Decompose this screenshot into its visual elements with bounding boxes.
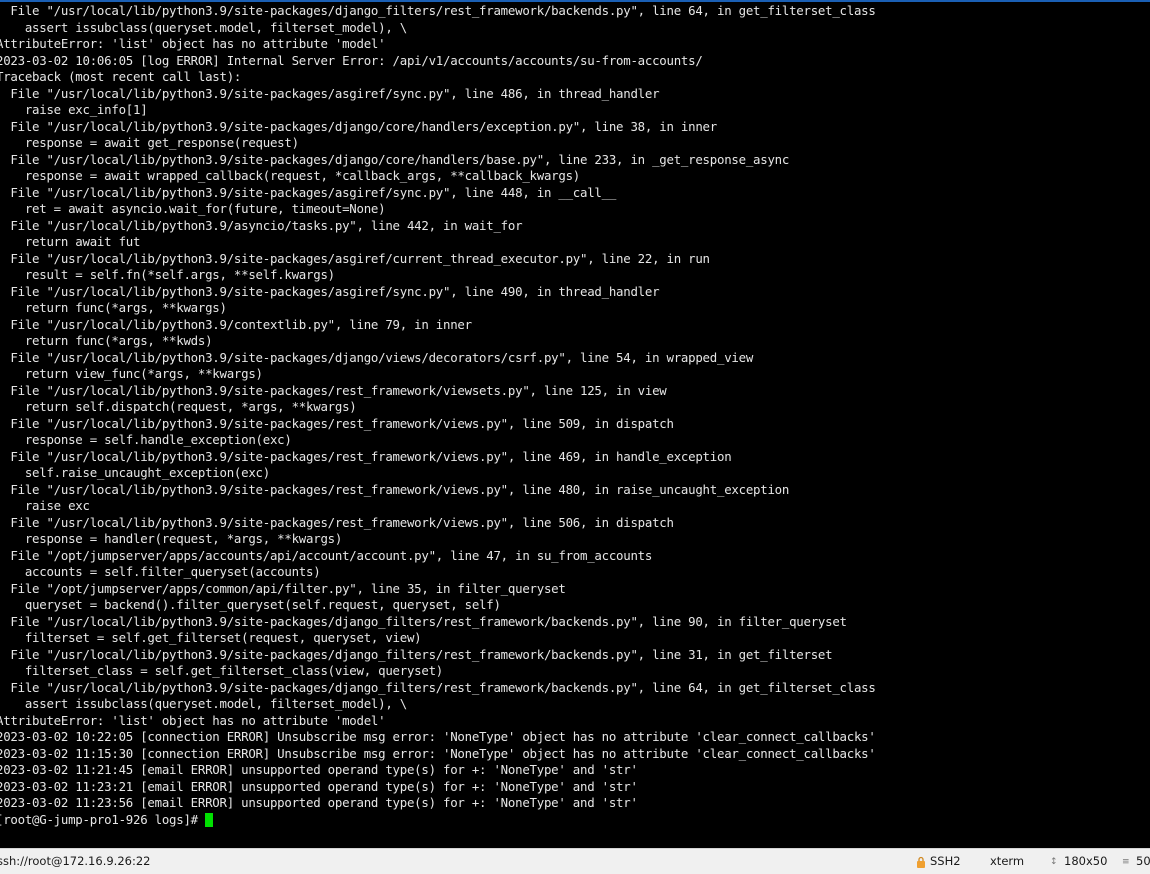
terminal-line: File "/usr/local/lib/python3.9/site-pack… xyxy=(0,514,674,530)
shell-prompt-line[interactable]: [root@G-jump-pro1-926 logs]# xyxy=(0,812,1150,829)
terminal-line: File "/usr/local/lib/python3.9/site-pack… xyxy=(0,85,660,101)
terminal-rows-label: 50 xyxy=(1136,854,1150,868)
terminal-line: raise exc xyxy=(0,498,90,513)
terminal-line: File "/usr/local/lib/python3.9/site-pack… xyxy=(0,613,847,629)
terminal-line: File "/usr/local/lib/python3.9/site-pack… xyxy=(0,448,732,464)
terminal-line: response = await wrapped_callback(reques… xyxy=(0,168,580,183)
status-bar: ssh://root@172.16.9.26:22 SSH2 xterm ↕ 1… xyxy=(0,848,1150,874)
terminal-line: raise exc_info[1] xyxy=(0,102,148,117)
terminal-line: File "/usr/local/lib/python3.9/site-pack… xyxy=(0,382,667,398)
terminal-line: assert issubclass(queryset.model, filter… xyxy=(0,19,407,35)
text-cursor xyxy=(205,812,214,827)
terminal-line: Traceback (most recent call last): xyxy=(0,69,242,84)
terminal-line: return self.dispatch(request, *args, **k… xyxy=(0,399,357,414)
terminal-line: File "/usr/local/lib/python3.9/site-pack… xyxy=(0,646,833,662)
resize-icon: ↕ xyxy=(1050,856,1058,867)
terminal-line: File "/usr/local/lib/python3.9/contextli… xyxy=(0,316,472,332)
terminal-line: 2023-03-02 11:15:30 [connection ERROR] U… xyxy=(0,745,876,761)
terminal-line: 2023-03-02 11:23:56 [email ERROR] unsupp… xyxy=(0,795,638,810)
terminal-line: File "/usr/local/lib/python3.9/site-pack… xyxy=(0,415,674,431)
terminal-type: xterm xyxy=(990,854,1025,868)
terminal-line: File "/usr/local/lib/python3.9/site-pack… xyxy=(0,679,876,695)
terminal-line: File "/opt/jumpserver/apps/common/api/fi… xyxy=(0,580,566,596)
terminal-line: filterset_class = self.get_filterset_cla… xyxy=(0,663,444,678)
terminal-line: File "/usr/local/lib/python3.9/site-pack… xyxy=(0,349,754,365)
terminal-line: File "/usr/local/lib/python3.9/site-pack… xyxy=(0,250,710,266)
terminal-line: File "/usr/local/lib/python3.9/site-pack… xyxy=(0,283,660,299)
terminal-line: ret = await asyncio.wait_for(future, tim… xyxy=(0,201,386,216)
terminal-size: ↕ 180x50 xyxy=(1050,849,1107,874)
terminal-line: AttributeError: 'list' object has no att… xyxy=(0,36,386,51)
terminal-line: 2023-03-02 11:23:21 [email ERROR] unsupp… xyxy=(0,778,638,794)
terminal-rows: ≡ 50 xyxy=(1122,849,1150,874)
terminal-line: return func(*args, **kwargs) xyxy=(0,300,227,315)
terminal-line: self.raise_uncaught_exception(exc) xyxy=(0,465,270,480)
terminal-line: File "/usr/local/lib/python3.9/site-pack… xyxy=(0,3,876,18)
terminal-line: AttributeError: 'list' object has no att… xyxy=(0,712,386,728)
terminal-line: response = self.handle_exception(exc) xyxy=(0,432,292,447)
terminal-line: File "/usr/local/lib/python3.9/asyncio/t… xyxy=(0,217,523,233)
terminal-line: accounts = self.filter_queryset(accounts… xyxy=(0,564,321,579)
terminal-line: File "/usr/local/lib/python3.9/site-pack… xyxy=(0,118,717,134)
terminal-size-label: 180x50 xyxy=(1064,854,1108,868)
terminal-line: File "/usr/local/lib/python3.9/site-pack… xyxy=(0,184,617,200)
terminal-line: 2023-03-02 10:22:05 [connection ERROR] U… xyxy=(0,729,876,744)
terminal-line: response = handler(request, *args, **kwa… xyxy=(0,531,343,546)
terminal-line: filterset = self.get_filterset(request, … xyxy=(0,630,422,645)
terminal-line: return func(*args, **kwds) xyxy=(0,333,213,348)
terminal-line: assert issubclass(queryset.model, filter… xyxy=(0,696,407,711)
terminal-line: File "/usr/local/lib/python3.9/site-pack… xyxy=(0,481,790,497)
terminal-line: queryset = backend().filter_queryset(sel… xyxy=(0,597,501,612)
terminal-line: File "/usr/local/lib/python3.9/site-pack… xyxy=(0,151,790,167)
lock-icon xyxy=(917,856,925,868)
protocol-indicator: SSH2 xyxy=(916,849,961,874)
rows-icon: ≡ xyxy=(1122,856,1130,867)
window-top-border xyxy=(0,0,1150,2)
terminal-line: return await fut xyxy=(0,234,141,249)
protocol-label: SSH2 xyxy=(930,854,961,868)
terminal-line: result = self.fn(*self.args, **self.kwar… xyxy=(0,267,335,282)
terminal-line: File "/opt/jumpserver/apps/accounts/api/… xyxy=(0,547,653,563)
terminal-line: 2023-03-02 11:21:45 [email ERROR] unsupp… xyxy=(0,762,638,777)
terminal-line: response = await get_response(request) xyxy=(0,135,299,150)
connection-address: ssh://root@172.16.9.26:22 xyxy=(0,854,151,868)
shell-prompt: [root@G-jump-pro1-926 logs]# xyxy=(0,811,206,827)
terminal-line: 2023-03-02 10:06:05 [log ERROR] Internal… xyxy=(0,52,703,68)
terminal-line: return view_func(*args, **kwargs) xyxy=(0,366,263,381)
terminal-output[interactable]: File "/usr/local/lib/python3.9/site-pack… xyxy=(0,3,1150,848)
